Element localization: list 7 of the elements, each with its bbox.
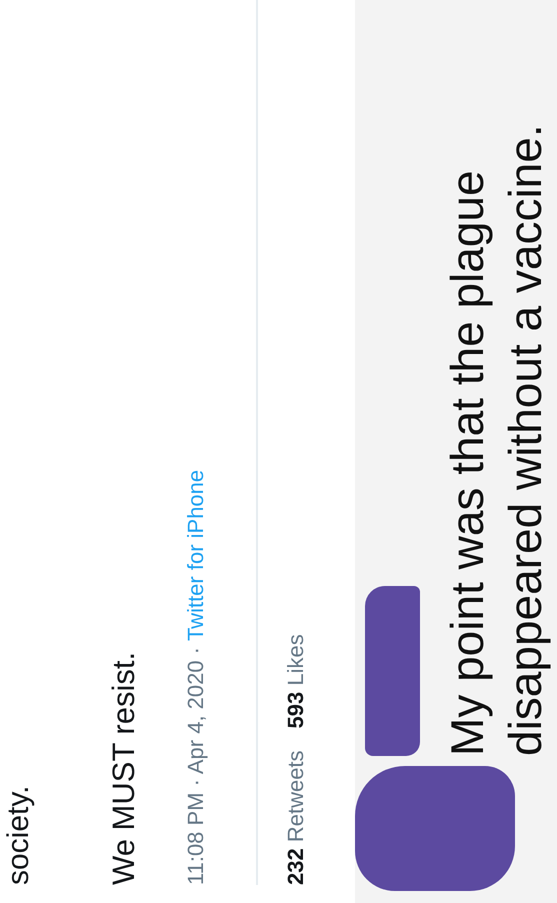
tweet-text: We MUST resist. — [106, 652, 142, 885]
retweets-count[interactable]: 232 Retweets — [282, 750, 310, 885]
tweet-timestamp: 11:08 PM · Apr 4, 2020 — [182, 660, 209, 885]
reply-text: My point was that the plague disappeared without a vaccine. — [440, 124, 552, 756]
tweet-text: society. — [2, 784, 36, 885]
separator: · — [182, 647, 209, 654]
likes-count[interactable]: 593 Likes — [282, 634, 310, 728]
